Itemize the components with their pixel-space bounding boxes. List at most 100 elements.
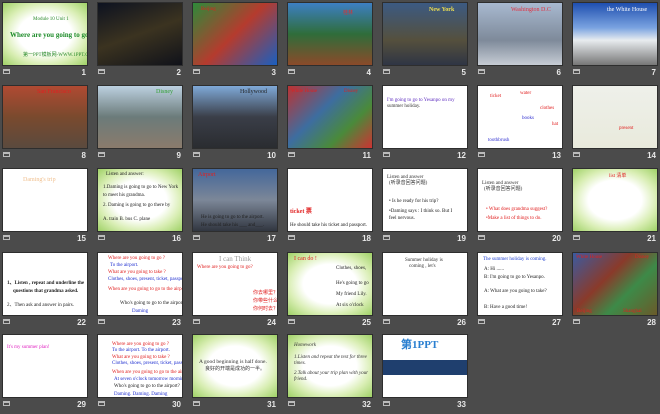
slide-thumbnail-8[interactable]: San Francisco 8: [2, 85, 88, 165]
animation-icon[interactable]: [98, 401, 105, 406]
animation-icon[interactable]: [3, 401, 10, 406]
slide-preview[interactable]: It's my summer plan!: [2, 334, 88, 398]
slide-thumbnail-10[interactable]: Hollywood 10: [192, 85, 278, 165]
slide-preview[interactable]: Disney: [97, 85, 183, 149]
slide-thumbnail-23[interactable]: Where are you going to go ? To the airpor…: [97, 252, 183, 332]
slide-thumbnail-30[interactable]: Where are you going to go ? To the airpor…: [97, 334, 183, 414]
slide-preview[interactable]: I'm going to go to Yesanpo on my summer h…: [382, 85, 468, 149]
slide-thumbnail-9[interactable]: Disney 9: [97, 85, 183, 165]
animation-icon[interactable]: [193, 235, 200, 240]
slide-thumbnail-15[interactable]: Daming's trip 15: [2, 168, 88, 248]
slide-preview[interactable]: I can do ! Clothes, shoes, He's going to g…: [287, 252, 373, 316]
slide-thumbnail-24[interactable]: I can Think Where are you going to go? 你去哪…: [192, 252, 278, 332]
slide-thumbnail-16[interactable]: Listen and answer: 1.Daming is going to g…: [97, 168, 183, 248]
slide-thumbnail-28[interactable]: White House Disney Beijing Shanghai 28: [572, 252, 658, 332]
animation-icon[interactable]: [193, 401, 200, 406]
animation-icon[interactable]: [383, 69, 390, 74]
slide-thumbnail-21[interactable]: list 清单 21: [572, 168, 658, 248]
slide-thumbnail-25[interactable]: I can do ! Clothes, shoes, He's going to g…: [287, 252, 373, 332]
slide-thumbnail-17[interactable]: Airport He is going to go to the airport.…: [192, 168, 278, 248]
slide-thumbnail-31[interactable]: A good beginning is half done. 良好的开端是成功的一…: [192, 334, 278, 414]
slide-thumbnail-19[interactable]: Listen and answer (听录音回答问题) • Is he ready …: [382, 168, 468, 248]
slide-thumbnail-1[interactable]: Module 10 Unit 1 Where are you going to g…: [2, 2, 88, 82]
slide-preview[interactable]: Listen and answer (听录音回答问题) • Is he ready …: [382, 168, 468, 232]
slide-preview[interactable]: Airport He is going to go to the airport.…: [192, 168, 278, 232]
animation-icon[interactable]: [573, 319, 580, 324]
slide-preview[interactable]: Homework 1.Listen and repeat the text for…: [287, 334, 373, 398]
slide-preview[interactable]: Beijing: [192, 2, 278, 66]
animation-icon[interactable]: [383, 319, 390, 324]
slide-preview[interactable]: Listen and answer (听录音回答问题) • What does gr…: [477, 168, 563, 232]
slide-thumbnail-32[interactable]: Homework 1.Listen and repeat the text for…: [287, 334, 373, 414]
slide-preview[interactable]: A good beginning is half done. 良好的开端是成功的一…: [192, 334, 278, 398]
animation-icon[interactable]: [478, 152, 485, 157]
slide-preview[interactable]: San Francisco: [2, 85, 88, 149]
slide-preview[interactable]: 第1PPT: [382, 334, 468, 398]
slide-thumbnail-18[interactable]: ticket 票 He should take his ticket and pa…: [287, 168, 373, 248]
animation-icon[interactable]: [478, 235, 485, 240]
animation-icon[interactable]: [193, 69, 200, 74]
slide-thumbnail-20[interactable]: Listen and answer (听录音回答问题) • What does gr…: [477, 168, 563, 248]
slide-thumbnail-3[interactable]: Beijing 3: [192, 2, 278, 82]
slide-preview[interactable]: [97, 2, 183, 66]
slide-thumbnail-13[interactable]: ticket water clothes hat books toothbrush 13: [477, 85, 563, 165]
slide-preview[interactable]: Hollywood: [192, 85, 278, 149]
animation-icon[interactable]: [573, 152, 580, 157]
animation-icon[interactable]: [478, 69, 485, 74]
slide-thumbnail-7[interactable]: the White House 7: [572, 2, 658, 82]
slide-preview[interactable]: White House Disney: [287, 85, 373, 149]
slide-preview[interactable]: Where are you going to go ? To the airpor…: [97, 334, 183, 398]
slide-thumbnail-4[interactable]: 桂林 4: [287, 2, 373, 82]
slide-thumbnail-22[interactable]: 1、Listen , repeat and underline the quest…: [2, 252, 88, 332]
animation-icon[interactable]: [288, 319, 295, 324]
slide-preview[interactable]: present: [572, 85, 658, 149]
animation-icon[interactable]: [288, 401, 295, 406]
slide-thumbnail-6[interactable]: Washington D.C 6: [477, 2, 563, 82]
slide-preview[interactable]: I can Think Where are you going to go? 你去哪…: [192, 252, 278, 316]
animation-icon[interactable]: [98, 69, 105, 74]
slide-preview[interactable]: ticket 票 He should take his ticket and pa…: [287, 168, 373, 232]
slide-preview[interactable]: Where are you going to go ? To the airpor…: [97, 252, 183, 316]
slide-thumbnail-14[interactable]: present 14: [572, 85, 658, 165]
animation-icon[interactable]: [98, 152, 105, 157]
slide-preview[interactable]: 1、Listen , repeat and underline the quest…: [2, 252, 88, 316]
animation-icon[interactable]: [288, 69, 295, 74]
animation-icon[interactable]: [193, 152, 200, 157]
slide-thumbnail-33[interactable]: 第1PPT 33: [382, 334, 468, 414]
slide-preview[interactable]: Summer holiday is coming , let's: [382, 252, 468, 316]
slide-preview[interactable]: Listen and answer: 1.Daming is going to g…: [97, 168, 183, 232]
animation-icon[interactable]: [193, 319, 200, 324]
slide-preview[interactable]: ticket water clothes hat books toothbrush: [477, 85, 563, 149]
slide-preview[interactable]: the White House: [572, 2, 658, 66]
slide-preview[interactable]: Module 10 Unit 1 Where are you going to g…: [2, 2, 88, 66]
slide-thumbnail-27[interactable]: The summer holiday is coming. A: Hi .....…: [477, 252, 563, 332]
slide-preview[interactable]: The summer holiday is coming. A: Hi .....…: [477, 252, 563, 316]
slide-preview[interactable]: Daming's trip: [2, 168, 88, 232]
animation-icon[interactable]: [288, 152, 295, 157]
animation-icon[interactable]: [3, 152, 10, 157]
slide-thumbnail-12[interactable]: I'm going to go to Yesanpo on my summer h…: [382, 85, 468, 165]
animation-icon[interactable]: [3, 319, 10, 324]
slide-preview[interactable]: 桂林: [287, 2, 373, 66]
animation-icon[interactable]: [288, 235, 295, 240]
slide-number: 8: [81, 151, 86, 160]
slide-preview[interactable]: New York: [382, 2, 468, 66]
slide-thumbnail-29[interactable]: It's my summer plan! 29: [2, 334, 88, 414]
slide-preview[interactable]: Washington D.C: [477, 2, 563, 66]
animation-icon[interactable]: [478, 319, 485, 324]
animation-icon[interactable]: [98, 235, 105, 240]
animation-icon[interactable]: [573, 235, 580, 240]
animation-icon[interactable]: [3, 69, 10, 74]
slide-preview[interactable]: White House Disney Beijing Shanghai: [572, 252, 658, 316]
animation-icon[interactable]: [573, 69, 580, 74]
animation-icon[interactable]: [98, 319, 105, 324]
animation-icon[interactable]: [383, 235, 390, 240]
animation-icon[interactable]: [383, 401, 390, 406]
animation-icon[interactable]: [383, 152, 390, 157]
slide-thumbnail-5[interactable]: New York 5: [382, 2, 468, 82]
slide-preview[interactable]: list 清单: [572, 168, 658, 232]
slide-thumbnail-11[interactable]: White House Disney 11: [287, 85, 373, 165]
slide-thumbnail-26[interactable]: Summer holiday is coming , let's 26: [382, 252, 468, 332]
animation-icon[interactable]: [3, 235, 10, 240]
slide-thumbnail-2[interactable]: 2: [97, 2, 183, 82]
